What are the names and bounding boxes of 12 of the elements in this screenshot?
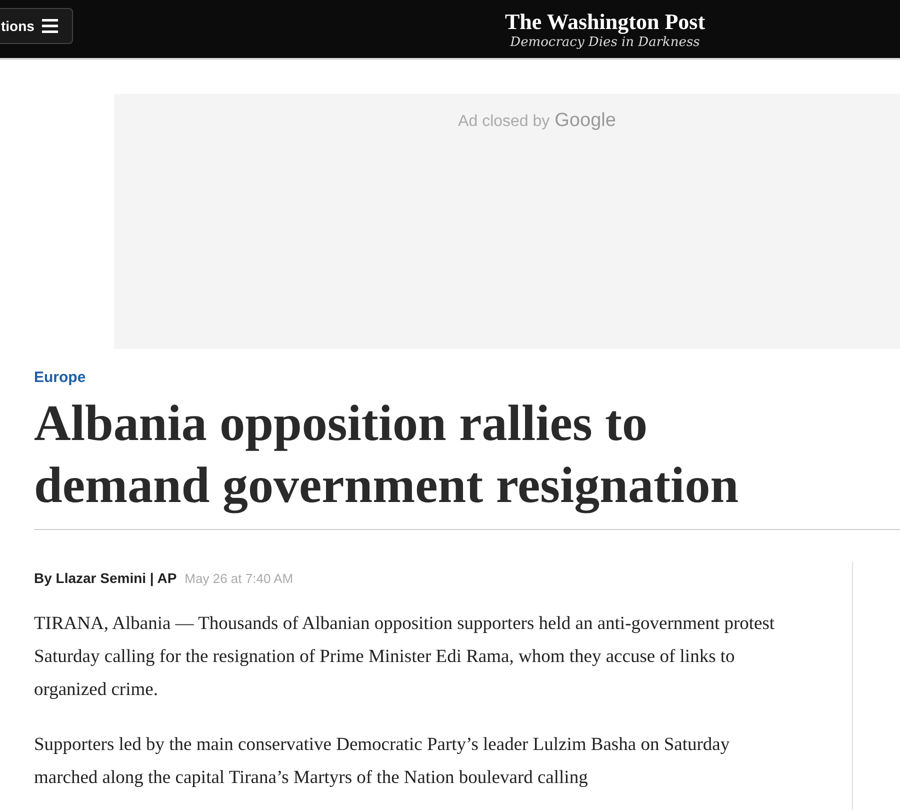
section-link[interactable]: Europe [34,369,86,386]
article-byline: By Llazar Semini | AP [34,570,177,586]
site-tagline: Democracy Dies in Darkness [510,34,700,50]
article-paragraph: Supporters led by the main conservative Democratic Party’s leader Lulzim Basha on Saturday marched along the capital Tirana’s Martyrs of the Nation boulevard calling [34,734,731,790]
article-date: May 26 at 7:40 AM [184,571,294,586]
sections-button[interactable]: tions [0,8,74,44]
article-headline: Albania opposition rallies to demand government resignation [34,395,740,516]
site-logo[interactable]: The Washington Post [504,8,706,34]
ad-closed-text: Ad closed by [458,113,550,131]
menu-icon [42,19,58,33]
article-paragraph: TIRANA, Albania — Thousands of Albanian opposition supporters held an anti-government protest Saturday calling for the resignation of Prime Minister Edi Rama, whom they accuse of links to organized crime. [34,613,776,702]
ad-brand-text: Google [554,110,616,132]
